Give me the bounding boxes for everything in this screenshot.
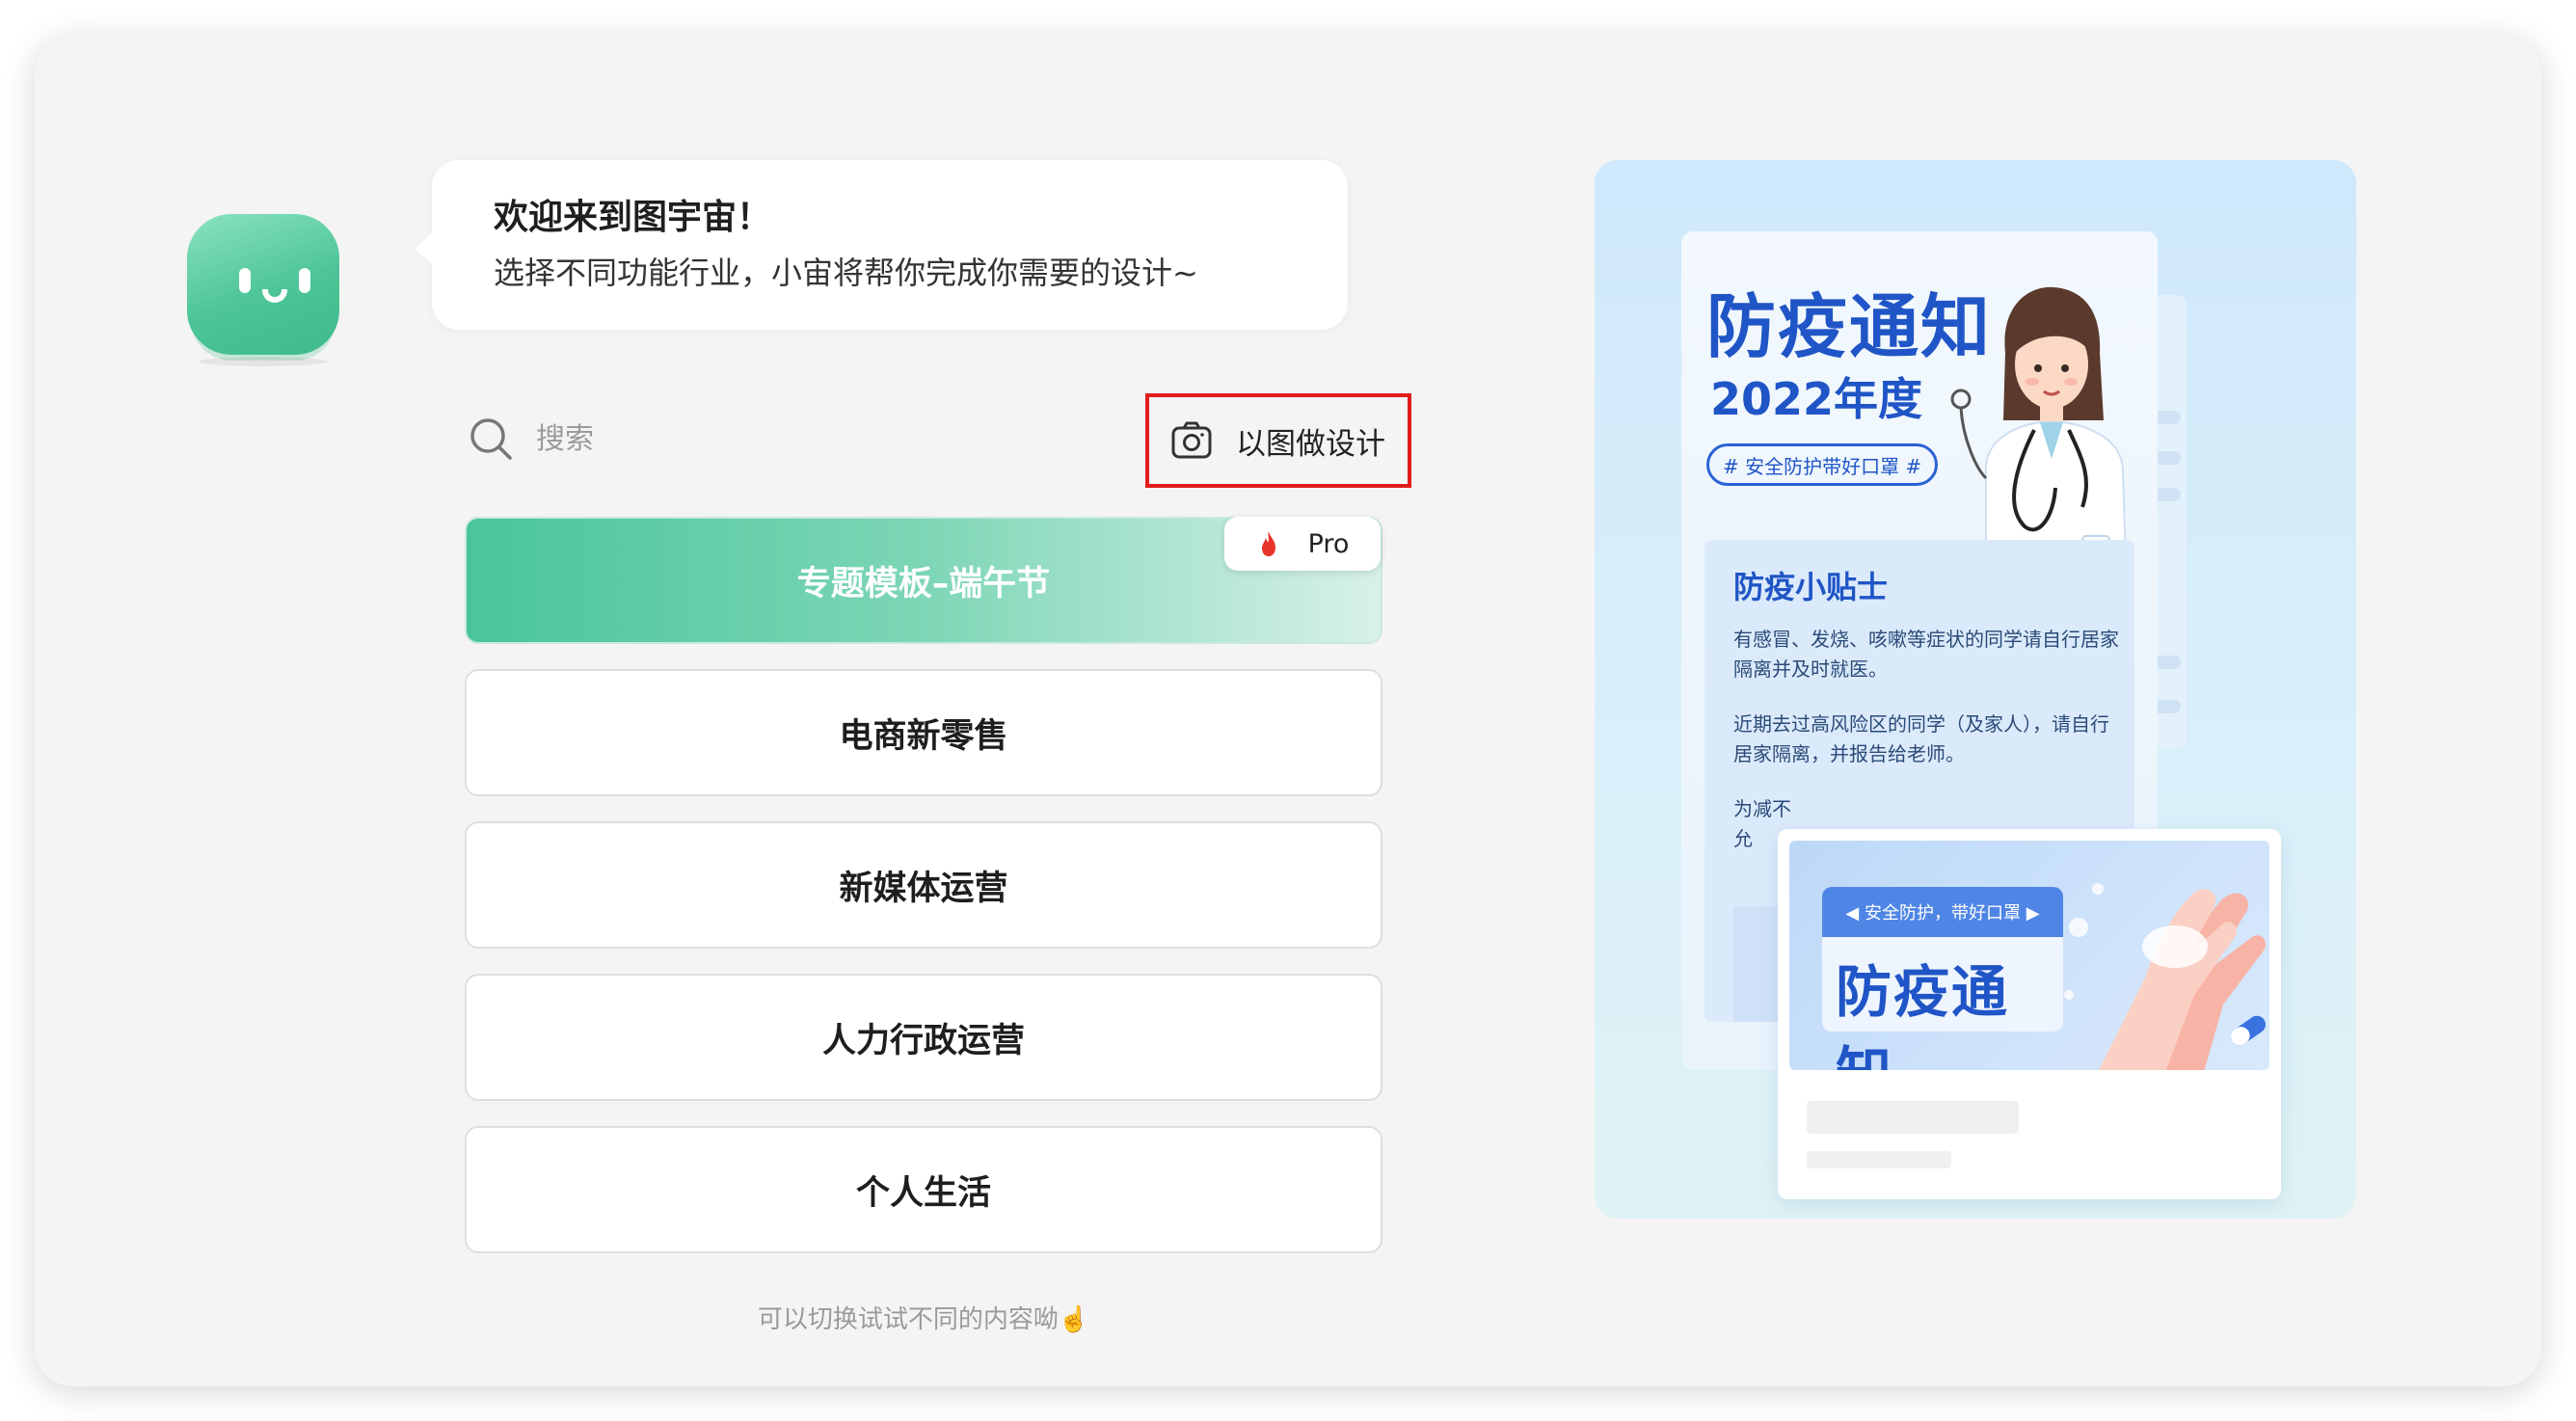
front-label: ◀ 安全防护，带好口罩 ▶ 防疫通知 (1822, 887, 2063, 1070)
app-window: 欢迎来到图宇宙！ 选择不同功能行业，小宙将帮你完成你需要的设计~ 以图做设计 专… (35, 35, 2541, 1386)
image-design-label: 以图做设计 (1236, 426, 1385, 462)
pro-badge: Pro (1224, 517, 1381, 571)
poster-year: 2022年度 (1710, 373, 1923, 425)
category-ecommerce[interactable]: 电商新零售 (465, 669, 1382, 796)
flame-icon (1261, 531, 1275, 556)
mascot-left-eye (239, 268, 251, 293)
front-label-title: 防疫通知 (1836, 959, 2010, 1070)
tips-title: 防疫小贴士 (1733, 569, 1889, 605)
front-label-banner: ◀ 安全防护，带好口罩 ▶ (1822, 887, 2063, 937)
skeleton-line (1807, 1151, 1951, 1168)
category-label: 电商新零售 (839, 716, 1008, 756)
category-label: 新媒体运营 (839, 869, 1008, 908)
front-card-image: ◀ 安全防护，带好口罩 ▶ 防疫通知 (1789, 841, 2269, 1070)
poster-tag: # 安全防护带好口罩 # (1706, 443, 1939, 486)
welcome-bubble: 欢迎来到图宇宙！ 选择不同功能行业，小宙将帮你完成你需要的设计~ (415, 160, 1348, 330)
category-label: 专题模板–端午节 (796, 564, 1051, 603)
welcome-subtitle: 选择不同功能行业，小宙将帮你完成你需要的设计~ (494, 255, 1198, 291)
category-label: 人力行政运营 (821, 1021, 1025, 1060)
category-hr-admin[interactable]: 人力行政运营 (465, 974, 1382, 1101)
mascot-right-eye (299, 268, 310, 293)
handwashing-illustration-icon (2064, 883, 2267, 1070)
preview-front-card: ◀ 安全防护，带好口罩 ▶ 防疫通知 (1778, 829, 2281, 1199)
search-input[interactable] (536, 415, 1018, 463)
skeleton-line (1807, 1101, 2019, 1134)
image-design-button[interactable]: 以图做设计 (1145, 393, 1411, 488)
category-personal-life[interactable]: 个人生活 (465, 1126, 1382, 1253)
switch-hint: 可以切换试试不同的内容呦☝️ (757, 1305, 1090, 1334)
camera-icon (1171, 421, 1212, 459)
search-icon[interactable] (469, 416, 513, 461)
mascot-shadow (199, 357, 328, 366)
category-label: 个人生活 (855, 1173, 991, 1213)
category-new-media[interactable]: 新媒体运营 (465, 821, 1382, 949)
template-preview[interactable]: 防疫通知 2022年度 # 安全防护带好口罩 # 防疫小贴士 有感冒、发烧、咳嗽… (1595, 160, 2356, 1219)
tips-paragraph: 有感冒、发烧、咳嗽等症状的同学请自行居家隔离并及时就医。 (1733, 628, 2119, 681)
tips-paragraph: 近期去过高风险区的同学（及家人），请自行居家隔离，并报告给老师。 (1733, 712, 2109, 765)
category-dragon-boat-template[interactable]: 专题模板–端午节 Pro (465, 517, 1382, 644)
mascot-mouth (262, 289, 287, 303)
pro-badge-label: Pro (1307, 528, 1350, 559)
welcome-title: 欢迎来到图宇宙！ (494, 198, 772, 237)
mascot-avatar (187, 214, 339, 355)
